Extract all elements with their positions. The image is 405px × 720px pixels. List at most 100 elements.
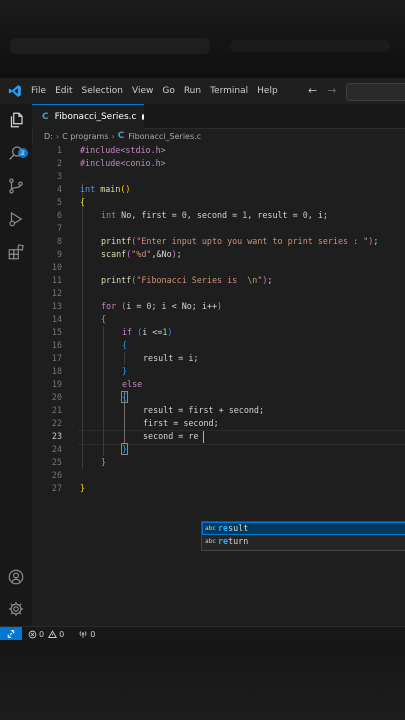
code-token: ; [176, 249, 182, 259]
extensions-icon[interactable] [7, 243, 25, 261]
error-count: 0 [39, 629, 45, 639]
code-line: 2 #include<conio.h> [32, 157, 405, 170]
code-token: { [122, 340, 128, 350]
code-line: 7 [32, 222, 405, 235]
suggestion-return[interactable]: abc return [202, 535, 405, 548]
menu-terminal[interactable]: Terminal [210, 86, 248, 96]
warning-count: 0 [59, 629, 65, 639]
line-number: 17 [51, 353, 62, 363]
forward-arrow-icon[interactable]: → [327, 84, 336, 97]
code-token: i = [126, 301, 147, 311]
breadcrumb-drive[interactable]: D: [44, 132, 53, 141]
line-number: 9 [56, 249, 62, 259]
suggestion-rest: turn [228, 536, 249, 546]
line-number: 22 [51, 418, 62, 428]
code-token: second = re [143, 431, 199, 441]
code-token: for [101, 301, 117, 311]
error-icon [28, 630, 37, 638]
suggestion-result[interactable]: abc result [202, 522, 405, 535]
back-arrow-icon[interactable]: ← [308, 84, 317, 97]
line-number: 2 [56, 158, 62, 168]
code-token: #include<conio.h> [80, 158, 166, 168]
menu-selection[interactable]: Selection [82, 86, 123, 96]
menu-run[interactable]: Run [184, 86, 201, 96]
code-line: 11 printf("Fibonacci Series is \n"); [32, 274, 405, 287]
menu-help[interactable]: Help [257, 86, 278, 96]
code-line: 24} [32, 443, 405, 456]
line-number: 5 [56, 197, 62, 207]
line-number: 23 [51, 431, 62, 441]
settings-gear-icon[interactable] [7, 600, 25, 618]
matched-brace: } [120, 443, 129, 455]
code-token: result = i; [143, 353, 199, 363]
code-line: 10 [32, 261, 405, 274]
code-line: 18} [32, 365, 405, 378]
command-center-search[interactable] [346, 83, 405, 101]
menu-go[interactable]: Go [162, 86, 174, 96]
line-number: 20 [51, 392, 62, 402]
c-file-icon: C [42, 112, 49, 122]
breadcrumb-file[interactable]: Fibonacci_Series.c [128, 132, 201, 141]
tab-fibonacci-series[interactable]: C Fibonacci_Series.c [32, 104, 144, 129]
word-abc-icon: abc [205, 525, 216, 532]
code-token: } [122, 366, 128, 376]
blurred-background-bottom [0, 640, 405, 720]
code-line: 16 { [32, 339, 405, 352]
source-control-icon[interactable] [7, 177, 25, 195]
code-line: 5{ [32, 196, 405, 209]
line-number: 19 [51, 379, 62, 389]
code-token: main [100, 184, 121, 194]
code-token: } [80, 483, 86, 493]
files-icon[interactable] [7, 111, 25, 129]
menu-file[interactable]: File [31, 86, 46, 96]
word-abc-icon: abc [205, 538, 216, 545]
code-line: 13 for (i = 0; i < No; i++) [32, 300, 405, 313]
line-number: 1 [56, 145, 62, 155]
status-bar: 0 0 0 [0, 626, 405, 640]
code-line-active: 23 second = re [32, 430, 405, 443]
code-line: 3 [32, 170, 405, 183]
breadcrumb-folder[interactable]: C programs [62, 132, 108, 141]
search-icon[interactable] [7, 144, 25, 162]
menu-edit[interactable]: Edit [55, 86, 72, 96]
code-token: ) [167, 327, 173, 337]
code-token: , result = [247, 210, 303, 220]
run-debug-icon[interactable] [7, 210, 25, 228]
account-icon[interactable] [7, 568, 25, 586]
ports-count: 0 [90, 629, 96, 639]
code-token: ; [267, 275, 273, 285]
menu-view[interactable]: View [132, 86, 153, 96]
code-token: "Enter input upto you want to print seri… [136, 236, 369, 246]
line-number: 24 [51, 444, 62, 454]
code-token: "Fibonacci Series is \n" [136, 275, 263, 285]
code-token: if [122, 327, 133, 337]
line-number: 25 [51, 457, 62, 467]
blurred-shape [230, 40, 390, 52]
code-line: 26 [32, 469, 405, 482]
unsaved-dot-icon[interactable] [142, 114, 144, 120]
line-number: 12 [51, 288, 62, 298]
problems-indicator[interactable]: 0 0 [28, 630, 64, 639]
warning-icon [48, 629, 58, 638]
code-token: #include<stdio.h> [80, 145, 166, 155]
line-number: 15 [51, 327, 62, 337]
code-line: 19 else [32, 378, 405, 391]
line-number: 27 [51, 483, 62, 493]
code-line: 25} [32, 456, 405, 469]
code-token: scanf [101, 249, 127, 259]
remote-indicator-icon[interactable] [0, 627, 22, 640]
code-line: 14 { [32, 313, 405, 326]
code-token: { [101, 314, 107, 324]
code-token: "%d" [131, 249, 152, 259]
code-token: No, first = [116, 210, 182, 220]
editor-tab-bar: C Fibonacci_Series.c [32, 104, 405, 129]
code-token: , second = [186, 210, 243, 220]
code-line: 6 int No, first = 0, second = 1, result =… [32, 209, 405, 222]
code-line: 4 int main() [32, 183, 405, 196]
code-editor[interactable]: 1 #include<stdio.h> 2 #include<conio.h> 3 … [32, 144, 405, 626]
code-token: i <= [142, 327, 163, 337]
ports-indicator[interactable]: 0 [78, 629, 95, 639]
code-token: () [120, 184, 131, 194]
c-file-icon: C [117, 131, 125, 141]
vscode-window: File Edit Selection View Go Run Terminal… [0, 78, 405, 640]
